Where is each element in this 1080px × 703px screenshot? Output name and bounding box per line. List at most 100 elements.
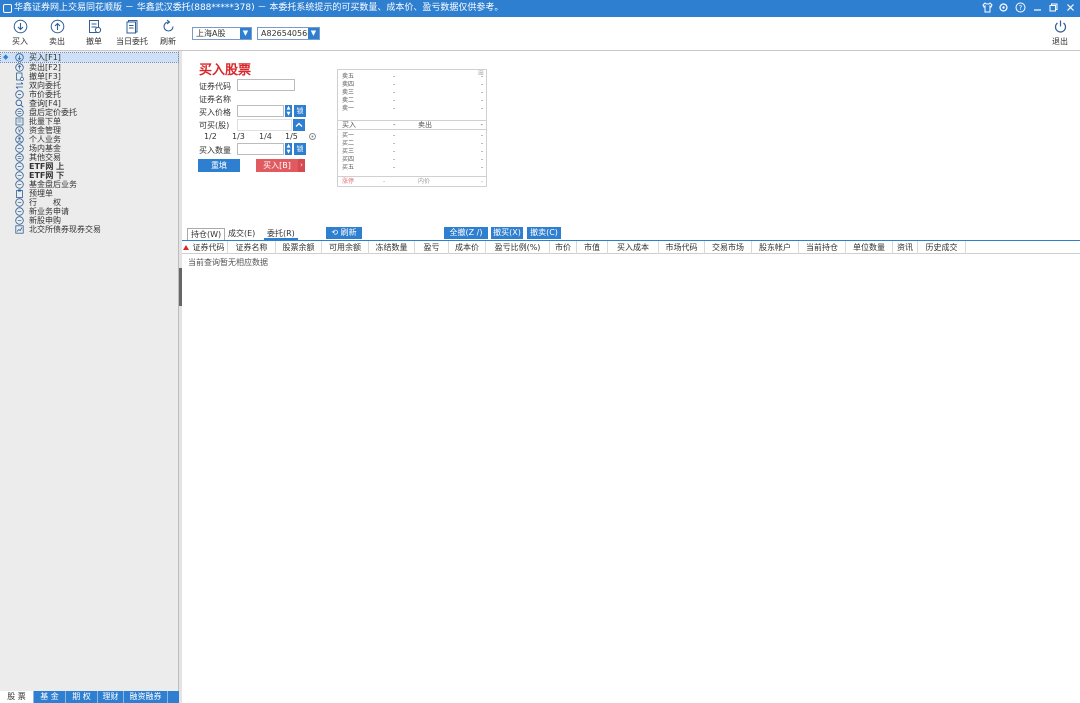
restore-icon[interactable] xyxy=(1046,2,1060,15)
positions-table-header: 证券代码 证券名称 股票余额 可用余额 冻结数量 盈亏 成本价 盈亏比例(%) … xyxy=(182,241,1080,254)
price-input[interactable] xyxy=(237,105,284,117)
column-header[interactable]: 证券名称 xyxy=(228,241,276,254)
refresh-button[interactable]: 刷新 xyxy=(148,19,188,49)
column-header[interactable]: 市值 xyxy=(577,241,608,254)
price-stepper[interactable]: ▲ ▼ xyxy=(285,105,292,117)
reset-button[interactable]: 重填 xyxy=(198,159,240,172)
column-header[interactable]: 单位数量 xyxy=(846,241,893,254)
column-header[interactable]: 成本价 xyxy=(449,241,486,254)
available-expand-button[interactable] xyxy=(293,119,305,131)
quantity-input[interactable] xyxy=(237,143,284,155)
column-header[interactable]: 盈亏 xyxy=(415,241,449,254)
sidebar-item-exercise[interactable]: 行 权 xyxy=(1,198,178,207)
positions-refresh-button[interactable]: ⟲ 刷新 xyxy=(326,227,362,239)
main-panel: 买入股票 证券代码 证券名称 买入价格 ▲ ▼ 锁 可买(股) 1/2 1/3 1… xyxy=(182,51,1080,703)
sidebar-item-label: 场内基金 xyxy=(29,144,61,153)
batch-icon xyxy=(15,117,24,126)
column-header[interactable]: 可用余额 xyxy=(322,241,369,254)
sidebar-item-personal[interactable]: 个人业务 xyxy=(1,135,178,144)
chevron-down-icon: ▼ xyxy=(240,28,251,39)
quote-mid-row: 买入 - 卖出 - xyxy=(338,120,486,130)
sidebar-item-two-way-order[interactable]: 双向委托 xyxy=(1,81,178,90)
close-icon[interactable] xyxy=(1063,2,1077,15)
account-select[interactable]: A826540568 ▼ xyxy=(257,27,320,40)
tab-trades[interactable]: 成交(E) xyxy=(225,228,258,240)
column-header[interactable]: 交易市场 xyxy=(705,241,752,254)
minimize-icon[interactable] xyxy=(1030,2,1044,15)
buy-submit-button[interactable]: 买入[B] xyxy=(256,159,298,172)
tab-holdings[interactable]: 持仓(W) xyxy=(187,228,226,240)
cancel-sell-button[interactable]: 撤卖(C) xyxy=(527,227,561,239)
fraction-third[interactable]: 1/3 xyxy=(232,132,245,141)
quote-row: 卖五 - - xyxy=(342,73,483,80)
exercise-icon xyxy=(15,198,24,207)
cancel-all-button[interactable]: 全撤(Z /) xyxy=(444,227,488,239)
column-header[interactable]: 历史成交 xyxy=(918,241,966,254)
column-header[interactable]: 资讯 xyxy=(893,241,918,254)
sidebar-item-new-business[interactable]: 新业务申请 xyxy=(1,207,178,216)
tab-wealth[interactable]: 理财 xyxy=(98,691,124,703)
column-header[interactable]: 证券代码 xyxy=(190,241,228,254)
sort-icon[interactable] xyxy=(183,245,189,250)
column-header[interactable]: 买入成本 xyxy=(608,241,659,254)
sidebar-item-batch-order[interactable]: 批量下单 xyxy=(1,117,178,126)
sidebar-item-ipo-subscribe[interactable]: 新股申购 xyxy=(1,216,178,225)
help-icon[interactable]: ? xyxy=(1013,2,1027,15)
cancel-order-button[interactable]: 撤单 xyxy=(74,19,114,49)
name-label: 证券名称 xyxy=(199,95,231,104)
money-icon: ¥ xyxy=(15,126,24,135)
sidebar-item-other-trade[interactable]: 其他交易 xyxy=(1,153,178,162)
settings-icon[interactable] xyxy=(308,132,317,144)
tab-option[interactable]: 期 权 xyxy=(66,691,98,703)
quote-row: 卖四 - - xyxy=(342,81,483,88)
sell-button[interactable]: 卖出 xyxy=(37,19,77,49)
sidebar-item-query[interactable]: 查询[F4] xyxy=(1,99,178,108)
etf-icon xyxy=(15,162,24,171)
sidebar-item-funds[interactable]: ¥ 资金管理 xyxy=(1,126,178,135)
sidebar-item-sell[interactable]: 卖出[F2] xyxy=(1,63,178,72)
column-header[interactable]: 冻结数量 xyxy=(369,241,415,254)
chevron-right-icon[interactable]: › xyxy=(298,159,305,172)
sidebar-item-fund-after-hours[interactable]: 基金盘后业务 xyxy=(1,180,178,189)
fraction-quarter[interactable]: 1/4 xyxy=(259,132,272,141)
column-header[interactable]: 股票余额 xyxy=(276,241,322,254)
tab-fund[interactable]: 基 金 xyxy=(34,691,66,703)
stock-code-input[interactable] xyxy=(237,79,295,91)
today-orders-button[interactable]: 当日委托 xyxy=(111,19,153,49)
sidebar-item-label: 卖出[F2] xyxy=(29,63,61,72)
sidebar-item-after-hours-order[interactable]: 盘后定价委托 xyxy=(1,108,178,117)
column-header[interactable]: 市场代码 xyxy=(659,241,705,254)
window-title: 华鑫证券网上交易同花顺版 － 华鑫武汉委托(888*****378) － 本委托… xyxy=(14,3,504,13)
column-header[interactable]: 股东帐户 xyxy=(752,241,799,254)
cancel-buy-button[interactable]: 撤买(X) xyxy=(491,227,523,239)
power-icon xyxy=(1054,20,1066,33)
quantity-lock-button[interactable]: 锁 xyxy=(294,143,306,155)
sidebar-item-buy[interactable]: ◆ 买入[F1] xyxy=(0,52,179,63)
cancel-order-button-label: 撤单 xyxy=(86,37,102,46)
price-lock-button[interactable]: 锁 xyxy=(294,105,306,117)
fraction-half[interactable]: 1/2 xyxy=(204,132,217,141)
sidebar-item-bse-bond[interactable]: 北交所债券现券交易 xyxy=(1,225,178,234)
sidebar-item-etf-offline[interactable]: ETF网 下 xyxy=(1,171,178,180)
sidebar-item-market-order[interactable]: 市价委托 xyxy=(1,90,178,99)
sidebar-item-exchange-fund[interactable]: 场内基金 xyxy=(1,144,178,153)
buy-button[interactable]: 买入 xyxy=(0,19,40,49)
refresh-icon xyxy=(162,19,174,32)
column-header[interactable]: 市价 xyxy=(550,241,577,254)
sidebar-item-cancel[interactable]: 撤单[F3] xyxy=(1,72,178,81)
exit-button[interactable]: 退出 xyxy=(1040,19,1080,49)
quote-row: 买一 - - xyxy=(342,132,483,139)
column-header[interactable]: 当前持仓 xyxy=(799,241,846,254)
column-header[interactable]: 盈亏比例(%) xyxy=(486,241,550,254)
gear-icon[interactable] xyxy=(996,2,1010,15)
sidebar-item-etf-online[interactable]: ETF网 上 xyxy=(1,162,178,171)
tab-orders[interactable]: 委托(R) xyxy=(264,228,298,240)
fraction-fifth[interactable]: 1/5 xyxy=(285,132,298,141)
market-select[interactable]: 上海A股 ▼ xyxy=(192,27,252,40)
shirt-icon[interactable] xyxy=(980,2,994,15)
tab-margin[interactable]: 融资融券 xyxy=(124,691,168,703)
tab-stock[interactable]: 股 票 xyxy=(0,691,34,703)
quantity-stepper[interactable]: ▲ ▼ xyxy=(285,143,292,155)
sidebar-item-pre-order[interactable]: 预埋单 xyxy=(1,189,178,198)
svg-text:¥: ¥ xyxy=(18,129,22,135)
